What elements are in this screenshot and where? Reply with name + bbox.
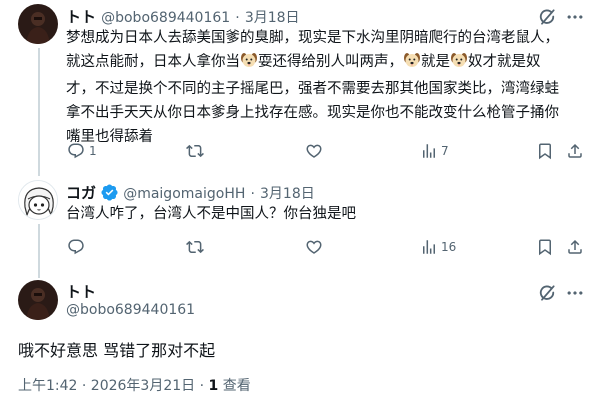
share-icon[interactable] [566,142,584,160]
tweet-text-line: 嘴里也得舔着 [66,125,586,149]
thread-line [38,48,40,176]
tweet-text-line: 才，不过是换个不同的主子摇尾巴，强者不需要去那其他国家类比，湾湾绿蛙 [66,77,586,101]
more-icon[interactable] [565,283,585,303]
handle[interactable]: @bobo689440161 [66,302,195,318]
display-name[interactable]: コガ [66,184,96,202]
tweet-meta: 上午1:42 · 2026年3月21日 · 1 查看 [18,375,251,395]
tweet-text-fragment: 奴才就是奴 [468,54,541,70]
dog-face-icon [450,51,468,77]
verified-badge-icon [101,184,118,201]
tweet-header: トト @bobo689440161 · 3月18日 [66,6,300,27]
display-name[interactable]: トト [66,281,96,302]
reply-icon[interactable] [67,142,85,160]
grok-icon[interactable] [537,7,557,27]
tweet-text-fragment: 拿不出手天天从你日本爹身上找存在感。现实是你也不能改变什么枪管子捅你 [66,105,559,121]
retweet-icon[interactable] [186,142,204,160]
view-label: 查看 [218,378,251,394]
tweet-text-fragment: 就是 [421,54,450,70]
view-count: 1 [208,378,219,394]
tweet-header: コガ @maigomaigoHH · 3月18日 [66,182,315,203]
tweet-text-line: 拿不出手天天从你日本爹身上找存在感。现实是你也不能改变什么枪管子捅你 [66,101,586,125]
dog-face-icon [403,51,421,77]
views-count: 7 [441,144,449,158]
retweet-icon[interactable] [186,238,204,256]
handle[interactable]: @bobo689440161 [101,10,230,26]
tweet-text: 台湾人咋了，台湾人不是中国人？你台独是吧 [66,206,356,222]
timestamp[interactable]: 上午1:42 · 2026年3月21日 · [18,378,209,394]
display-name[interactable]: トト [66,8,96,26]
tweet-date[interactable]: 3月18日 [245,10,300,26]
more-icon[interactable] [565,7,585,27]
tweet-text-line: 就这点能耐，日本人拿你当 耍还得给别人叫两声， 就是 奴才就是奴 [66,50,586,77]
tweet-text-fragment: 才，不过是换个不同的主子摇尾巴，强者不需要去那其他国家类比，湾湾绿蛙 [66,81,559,97]
tweet-text-fragment: 梦想成为日本人去舔美国爹的臭脚，现实是下水沟里阴暗爬行的台湾老鼠人， [66,30,559,46]
tweet-date[interactable]: 3月18日 [260,186,315,202]
views-icon[interactable] [420,142,438,160]
reply-count: 1 [89,144,97,158]
tweet-text: 梦想成为日本人去舔美国爹的臭脚，现实是下水沟里阴暗爬行的台湾老鼠人， 就这点能耐，… [66,26,586,149]
separator: · [235,10,240,26]
share-icon[interactable] [566,238,584,256]
bookmark-icon[interactable] [536,142,554,160]
handle[interactable]: @maigomaigoHH [123,186,245,202]
tweet-text-fragment: 就这点能耐，日本人拿你当 [66,54,240,70]
views-icon[interactable] [420,238,438,256]
avatar[interactable] [18,180,58,220]
tweet-text-fragment: 耍还得给别人叫两声， [258,54,403,70]
dog-face-icon [240,51,258,77]
tweet-text-line: 梦想成为日本人去舔美国爹的臭脚，现实是下水沟里阴暗爬行的台湾老鼠人， [66,26,586,50]
grok-icon[interactable] [537,283,557,303]
views-count: 16 [441,240,457,254]
bookmark-icon[interactable] [536,238,554,256]
separator: · [250,186,255,202]
avatar[interactable] [18,4,58,44]
like-icon[interactable] [305,238,323,256]
tweet-text: 哦不好意思 骂错了那对不起 [18,341,216,360]
like-icon[interactable] [305,142,323,160]
thread-line [38,224,40,278]
reply-icon[interactable] [67,238,85,256]
avatar[interactable] [18,280,58,320]
